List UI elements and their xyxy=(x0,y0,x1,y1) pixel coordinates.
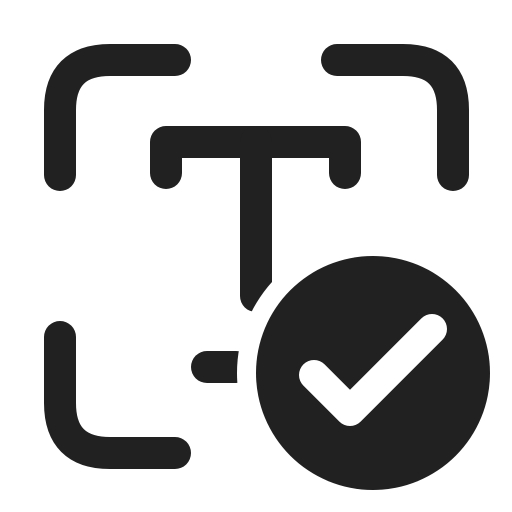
frame-corner-bottom-left xyxy=(44,321,191,469)
text-recognition-check-icon xyxy=(44,44,509,509)
icon-canvas xyxy=(0,0,512,512)
